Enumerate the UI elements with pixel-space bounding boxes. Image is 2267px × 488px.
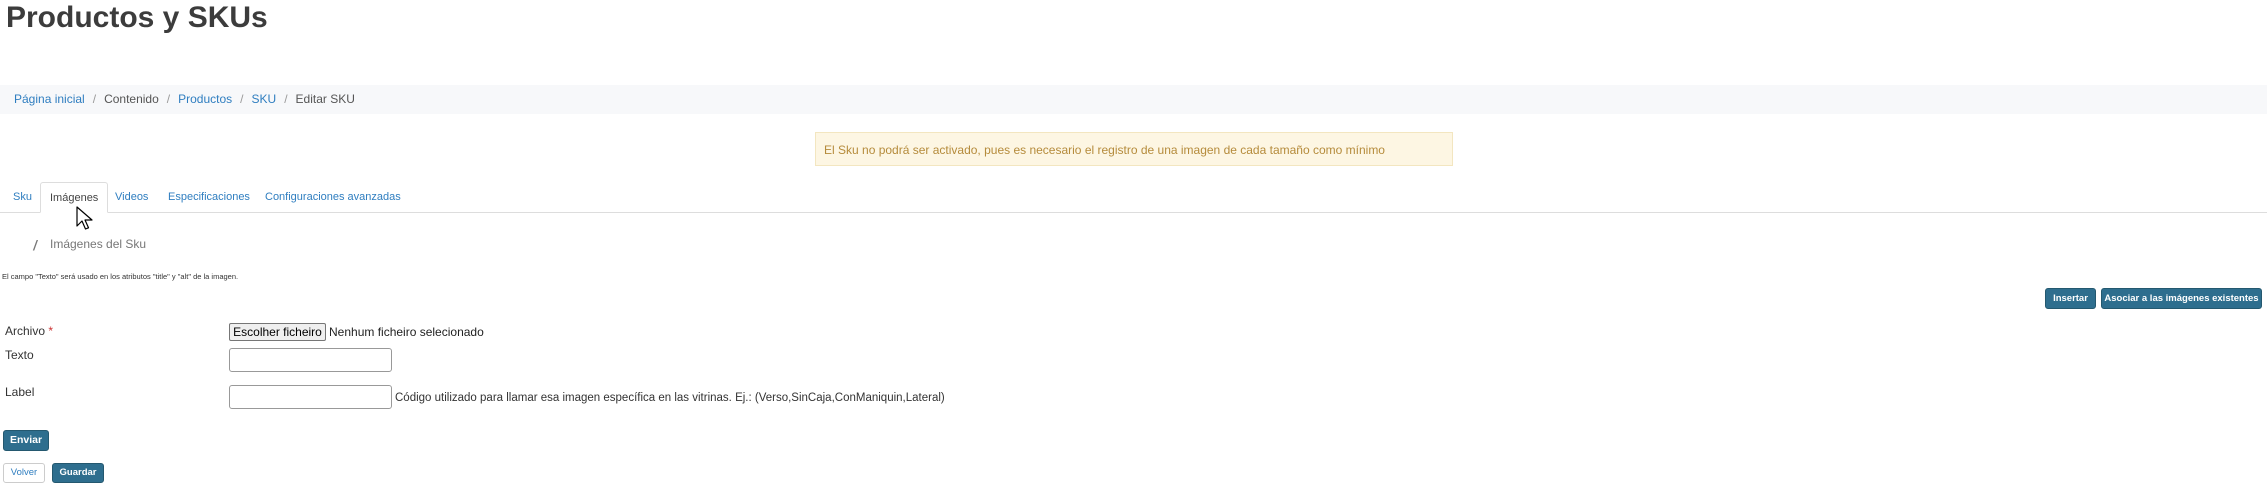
associate-images-button[interactable]: Asociar a las imágenes existentes — [2101, 288, 2262, 309]
texto-input[interactable] — [229, 348, 392, 372]
warning-alert: El Sku no podrá ser activado, pues es ne… — [815, 132, 1453, 166]
breadcrumb-products-link[interactable]: Productos — [178, 92, 232, 106]
tab-videos[interactable]: Videos — [115, 182, 148, 212]
required-mark: * — [48, 324, 54, 338]
page-title: Productos y SKUs — [6, 1, 268, 34]
texto-label: Texto — [5, 348, 34, 362]
mouse-cursor-icon — [76, 206, 93, 230]
tab-images[interactable]: Imágenes — [40, 182, 109, 213]
breadcrumb-separator: / — [240, 92, 244, 106]
tab-bar: Sku Imágenes Videos Especificaciones Con… — [0, 182, 2267, 213]
label-hint: Código utilizado para llamar esa imagen … — [395, 392, 945, 404]
tab-sku[interactable]: Sku — [13, 182, 32, 212]
label-label: Label — [5, 385, 35, 399]
breadcrumb-separator: / — [284, 92, 288, 106]
tab-specifications[interactable]: Especificaciones — [168, 182, 250, 212]
section-title: Imágenes del Sku — [50, 237, 147, 251]
insert-button[interactable]: Insertar — [2045, 288, 2096, 309]
breadcrumb-content: Contenido — [104, 92, 159, 106]
breadcrumb-separator: / — [92, 92, 97, 106]
breadcrumb: Página inicial / Contenido / Productos / SKU / E… — [0, 85, 2267, 114]
breadcrumb-separator: / — [166, 92, 171, 106]
label-input[interactable] — [229, 385, 392, 409]
breadcrumb-home-link[interactable]: Página inicial — [14, 92, 85, 106]
choose-file-button[interactable]: Escolher ficheiro — [229, 323, 326, 341]
file-status: Nenhum ficheiro selecionado — [329, 325, 484, 339]
pencil-icon: | — [31, 239, 40, 251]
breadcrumb-sku-link[interactable]: SKU — [252, 92, 277, 106]
archivo-label: Archivo * — [5, 324, 53, 338]
save-button[interactable]: Guardar — [52, 463, 104, 483]
back-button[interactable]: Volver — [3, 463, 45, 483]
submit-button[interactable]: Enviar — [3, 430, 49, 451]
tab-advanced-settings[interactable]: Configuraciones avanzadas — [265, 182, 401, 212]
section-header: | Imágenes del Sku — [31, 237, 147, 251]
archivo-label-text: Archivo — [5, 324, 46, 338]
help-note: El campo "Texto" será usado en los atrib… — [2, 272, 239, 281]
breadcrumb-current: Editar SKU — [295, 92, 355, 106]
